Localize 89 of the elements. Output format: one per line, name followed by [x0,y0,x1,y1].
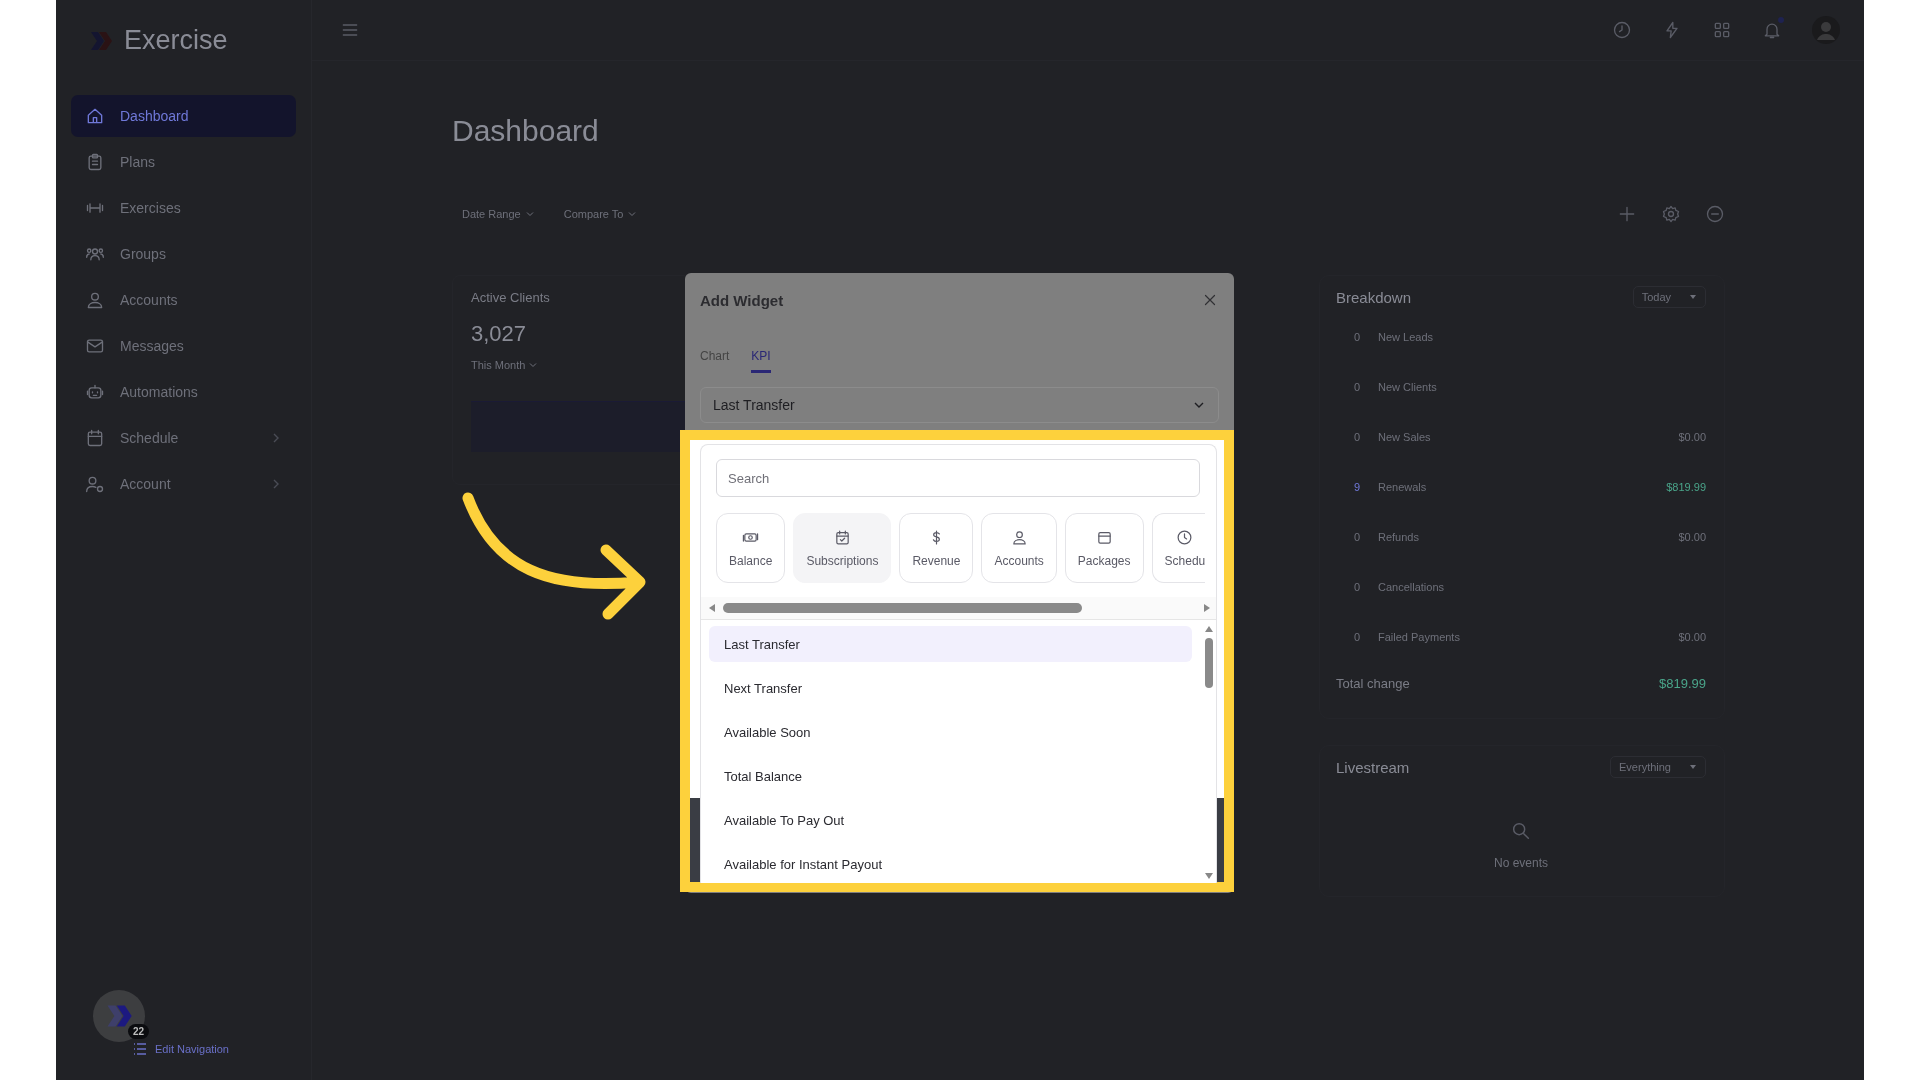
person-icon [85,290,105,310]
minus-circle-icon[interactable] [1705,204,1725,224]
row-amount: $0.00 [1678,431,1706,443]
user-avatar[interactable] [1812,16,1840,44]
row-count: 0 [1352,531,1362,543]
app-name: Exercise [124,25,228,56]
row-count: 0 [1352,581,1362,593]
total-value: $819.99 [1659,675,1706,691]
plus-icon[interactable] [1617,204,1637,224]
empty-message: No events [1494,856,1548,870]
workspace-avatar[interactable] [93,990,145,1042]
period-dropdown[interactable]: This Month [471,359,538,371]
total-label: Total change [1336,675,1410,691]
category-chip[interactable]: Revenue [899,513,974,583]
kpi-value: 3,027 [471,321,527,347]
row-label: Cancellations [1378,581,1445,593]
caret-icon [525,210,534,218]
row-label: Renewals [1378,481,1427,493]
category-chip[interactable]: Accounts [981,513,1057,583]
category-chip[interactable]: Balance [716,513,786,583]
caret-icon [1689,763,1697,771]
category-chip[interactable]: Schedu [1151,513,1206,583]
row-count: 0 [1352,331,1362,343]
card-title: Active Clients [471,290,550,305]
count-badge: 22 [128,1024,150,1039]
option-item[interactable]: Available To Pay Out [709,802,1192,838]
option-item[interactable]: Last Transfer [709,626,1192,662]
sidebar-item[interactable]: Schedule [71,417,296,459]
scroll-thumb[interactable] [723,603,1083,613]
filter-dropdown[interactable]: Compare To [563,208,637,220]
category-chip[interactable]: Subscriptions [793,513,892,583]
row-amount: $819.99 [1666,481,1706,493]
horizontal-scrollbar[interactable] [701,597,1216,620]
scroll-thumb[interactable] [1205,638,1213,688]
grid-icon[interactable] [1712,20,1732,40]
tab[interactable]: KPI [751,349,771,373]
row-count: 0 [1352,631,1362,643]
settings-icon[interactable] [1661,204,1681,224]
dialog-title: Add Widget [700,291,784,309]
page-title: Dashboard [452,113,600,149]
option-item[interactable]: Available Soon [709,714,1192,750]
scroll-down-icon[interactable] [1204,871,1214,881]
sidebar-item[interactable]: Messages [71,325,296,367]
kpi-select[interactable]: Last Transfer [700,387,1219,423]
home-icon [85,106,105,126]
row-count: 9 [1352,481,1362,493]
robot-icon [85,382,105,402]
caret-icon [628,210,637,218]
scroll-right-icon[interactable] [1202,603,1212,613]
tab[interactable]: Chart [700,349,730,373]
history-icon[interactable] [1612,20,1632,40]
sidebar-item[interactable]: Exercises [71,187,296,229]
row-label: Refunds [1378,531,1419,543]
caret-icon [1689,293,1697,301]
clock-icon [1176,528,1194,546]
row-count: 0 [1352,431,1362,443]
sidebar-item[interactable]: Automations [71,371,296,413]
search-field[interactable]: Search [716,459,1200,497]
range-dropdown[interactable]: Today [1632,286,1706,308]
sidebar-item[interactable]: Plans [71,141,296,183]
row-label: New Sales [1378,431,1431,443]
calendar-icon [85,428,105,448]
row-label: Failed Payments [1378,631,1460,643]
caret-icon [529,361,538,369]
person-gear-icon [85,474,105,494]
panel-title: Breakdown [1336,288,1412,306]
scroll-left-icon[interactable] [707,603,717,613]
category-chip[interactable]: Packages [1064,513,1144,583]
panel-title: Livestream [1336,758,1410,776]
option-item[interactable]: Available for Instant Payout [709,846,1192,882]
row-amount: $0.00 [1678,531,1706,543]
sidebar-item[interactable]: Dashboard [71,95,296,137]
sidebar-item[interactable]: Account [71,463,296,505]
filter-dropdown[interactable]: Everything [1610,756,1706,778]
list-icon [133,1042,147,1056]
edit-navigation-link[interactable]: Edit Navigation [133,1042,229,1056]
filter-dropdown[interactable]: Date Range [462,208,534,220]
option-item[interactable]: Total Balance [709,758,1192,794]
row-count: 0 [1352,381,1362,393]
search-icon [1510,820,1532,842]
option-item[interactable]: Next Transfer [709,670,1192,706]
person-icon [1010,528,1028,546]
sidebar-item[interactable]: Groups [71,233,296,275]
row-label: New Clients [1378,381,1437,393]
row-amount: $0.00 [1678,631,1706,643]
row-label: New Leads [1378,331,1434,343]
sidebar-item[interactable]: Accounts [71,279,296,321]
calendar-icon [833,528,851,546]
scroll-up-icon[interactable] [1204,624,1214,634]
